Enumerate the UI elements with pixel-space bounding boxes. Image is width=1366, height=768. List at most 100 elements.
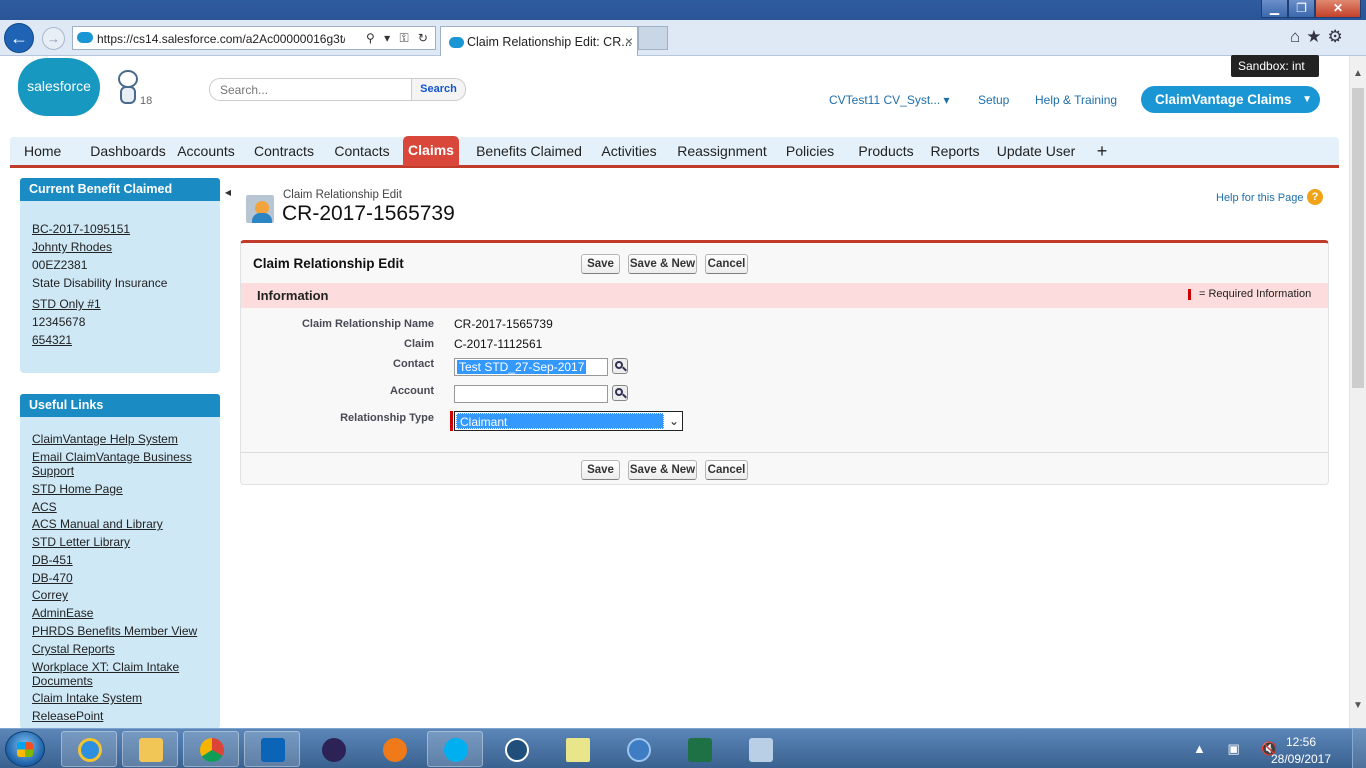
current-benefit-panel: BC-2017-1095151 Johnty Rhodes 00EZ2381 Stat… [20,201,220,373]
new-tab-button[interactable] [638,26,668,50]
browser-navbar: ← → https://cs14.salesforce.com/a2Ac0000… [0,20,1366,56]
useful-link-item[interactable]: ReleasePoint [32,709,103,723]
eclipse-taskbar-icon[interactable] [305,731,361,767]
help-training-link[interactable]: Help & Training [1035,93,1117,107]
tab-benefits-claimed[interactable]: Benefits Claimed [472,137,586,165]
chevron-down-icon: ▼ [1302,94,1312,105]
contact-lookup-icon[interactable] [612,358,628,374]
relationship-type-select[interactable]: Claimant ⌄ [454,411,683,431]
clock-time[interactable]: 12:56 [1276,735,1326,749]
useful-link-item[interactable]: Documents [32,674,93,688]
useful-link-item[interactable]: Claim Intake System [32,691,142,705]
address-actions-icon[interactable]: ⚲ ▾ ⚿ ↻ [366,31,431,46]
useful-link-item[interactable]: ClaimVantage Help System [32,432,178,446]
tab-claims[interactable]: Claims [403,136,459,166]
cancel-button-top[interactable]: Cancel [705,254,748,274]
help-for-page-link[interactable]: Help for this Page [1216,192,1303,204]
firefox-taskbar-icon[interactable] [366,731,422,767]
useful-link-item[interactable]: Correy [32,588,68,602]
search-button[interactable]: Search [411,78,466,101]
setup-link[interactable]: Setup [978,93,1009,107]
browser-toolbar-icons[interactable]: ⌂★⚙ [1290,27,1349,47]
tab-contracts[interactable]: Contracts [252,137,316,165]
salesforce-logo[interactable]: salesforce [18,58,100,116]
account-field[interactable] [454,385,608,403]
notes-taskbar-icon[interactable] [549,731,605,767]
show-desktop-button[interactable] [1352,729,1366,768]
excel-taskbar-icon[interactable] [671,731,727,767]
useful-link-item[interactable]: STD Letter Library [32,535,130,549]
useful-link-item[interactable]: ACS Manual and Library [32,517,163,531]
claim-relationship-icon [246,193,276,225]
start-button[interactable] [5,731,45,767]
useful-link-item[interactable]: DB-451 [32,553,73,567]
current-benefit-item[interactable]: 654321 [32,333,72,347]
clock-date[interactable]: 28/09/2017 [1266,752,1336,766]
app-menu-button[interactable]: ClaimVantage Claims ▼ [1141,86,1320,113]
maximize-button[interactable]: ❐ [1288,0,1315,18]
back-button[interactable]: ← [4,23,34,53]
icon-person-body [252,213,272,223]
tab-products[interactable]: Products [850,137,922,165]
ie-taskbar-icon[interactable] [61,731,117,767]
tab-update-user[interactable]: Update User [996,137,1076,165]
useful-link-item[interactable]: PHRDS Benefits Member View [32,624,197,638]
useful-link-item[interactable]: STD Home Page [32,482,123,496]
relationship-type-value: Claimant [456,413,664,429]
tree-app-taskbar-icon[interactable] [488,731,544,767]
useful-link-item[interactable]: Workplace XT: Claim Intake [32,660,179,674]
sandbox-badge: Sandbox: int [1231,55,1319,77]
save-button-top[interactable]: Save [581,254,620,274]
tab-reassignment[interactable]: Reassignment [674,137,770,165]
current-benefit-item[interactable]: STD Only #1 [32,297,101,311]
close-window-button[interactable]: ✕ [1315,0,1361,18]
required-information-note: = Required Information [1199,288,1312,300]
sidebar-collapse-icon[interactable]: ◀ [222,182,234,204]
user-menu[interactable]: CVTest11 CV_Syst... ▾ [829,93,950,107]
current-benefit-item[interactable]: Johnty Rhodes [32,240,112,254]
account-lookup-icon[interactable] [612,385,628,401]
app-taskbar-icon[interactable] [610,731,666,767]
scroll-up-icon[interactable]: ▲ [1353,68,1363,79]
snipping-taskbar-icon[interactable] [732,731,788,767]
contact-field[interactable]: Test STD_27-Sep-2017 [454,358,608,376]
tab-accounts[interactable]: Accounts [174,137,238,165]
scroll-down-icon[interactable]: ▼ [1353,700,1363,711]
tab-close-icon[interactable]: × [625,33,633,49]
skype-taskbar-icon[interactable] [427,731,483,767]
save-new-button-top[interactable]: Save & New [628,254,697,274]
save-button-bottom[interactable]: Save [581,460,620,480]
tab-reports[interactable]: Reports [927,137,983,165]
information-section-title: Information [257,288,329,303]
useful-link-item[interactable]: Support [32,464,74,478]
useful-links-panel: ClaimVantage Help System Email ClaimVanta… [20,417,220,729]
tab-home[interactable]: Home [24,137,61,165]
address-bar[interactable]: https://cs14.salesforce.com/a2Ac00000016… [72,26,436,50]
tab-policies[interactable]: Policies [783,137,837,165]
help-icon[interactable]: ? [1307,189,1323,205]
useful-link-item[interactable]: DB-470 [32,571,73,585]
useful-link-item[interactable]: AdminEase [32,606,93,620]
useful-link-item[interactable]: Email ClaimVantage Business [32,450,192,464]
minimize-button[interactable]: ▁ [1261,0,1288,18]
tab-contacts[interactable]: Contacts [328,137,396,165]
tab-add-icon[interactable]: + [1091,137,1113,165]
explorer-taskbar-icon[interactable] [122,731,178,767]
vertical-scrollbar[interactable]: ▲ ▼ [1349,56,1366,728]
useful-link-item[interactable]: ACS [32,500,57,514]
forward-button[interactable]: → [42,27,65,50]
scroll-thumb[interactable] [1352,88,1364,388]
outlook-taskbar-icon[interactable] [244,731,300,767]
astro-mascot-icon[interactable]: 18 [114,64,152,107]
browser-tab-active[interactable]: Claim Relationship Edit: CR... × [440,26,638,56]
current-benefit-item[interactable]: BC-2017-1095151 [32,222,130,236]
windows-logo-icon [17,742,33,757]
tab-dashboards[interactable]: Dashboards [80,137,176,165]
tab-activities[interactable]: Activities [596,137,662,165]
current-benefit-item: 12345678 [32,315,86,329]
search-input[interactable] [209,78,413,101]
cancel-button-bottom[interactable]: Cancel [705,460,748,480]
useful-link-item[interactable]: Crystal Reports [32,642,115,656]
save-new-button-bottom[interactable]: Save & New [628,460,697,480]
chrome-taskbar-icon[interactable] [183,731,239,767]
